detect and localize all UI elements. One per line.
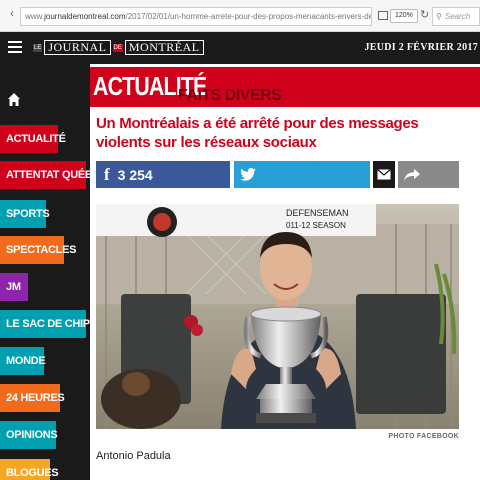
url-host: journaldemontreal.com — [44, 12, 126, 21]
sidebar-item-opinions[interactable]: OPINIONS — [0, 421, 58, 449]
more-share-button[interactable] — [398, 161, 459, 188]
site-header: LE JOURNAL DE MONTRÉAL JEUDI 2 FÉVRIER 2… — [0, 32, 480, 64]
sidebar-item-attentat-quebec[interactable]: ATTENTAT QUÉBEC — [0, 161, 108, 189]
search-input[interactable]: ⚲ Search — [432, 7, 480, 26]
site-logo[interactable]: LE JOURNAL DE MONTRÉAL — [33, 39, 204, 56]
logo-le: LE — [33, 43, 43, 52]
article-main: ACTUALITÉ FAITS DIVERS Un Montréalais a … — [90, 64, 480, 480]
sidebar-item-sports[interactable]: SPORTS — [0, 200, 50, 228]
twitter-icon — [240, 168, 256, 181]
section-header: ACTUALITÉ FAITS DIVERS — [90, 67, 480, 107]
url-prefix: www. — [25, 12, 45, 21]
sidebar-nav: ACTUALITÉ ATTENTAT QUÉBEC SPORTS SPECTAC… — [0, 64, 108, 480]
reader-view-icon[interactable] — [378, 11, 388, 20]
article-author[interactable]: Antonio Padula — [96, 450, 171, 462]
logo-journal: JOURNAL — [44, 40, 111, 55]
photo-banner-season: 011-12 SEASON — [286, 221, 346, 230]
menu-icon[interactable] — [8, 41, 22, 53]
address-bar[interactable]: www. journaldemontreal.com/2017/02/01/un-… — [20, 7, 372, 26]
logo-montreal: MONTRÉAL — [124, 40, 204, 55]
sidebar-item-24-heures[interactable]: 24 HEURES — [0, 384, 65, 412]
facebook-share-button[interactable]: f 3 254 — [96, 161, 230, 188]
photo-illustration: DEFENSEMAN 011-12 SEASON — [96, 204, 459, 429]
home-icon[interactable] — [7, 92, 21, 108]
sidebar-item-blogues[interactable]: BLOGUES — [0, 459, 59, 480]
photo-credit: PHOTO FACEBOOK — [388, 433, 459, 440]
search-placeholder: Search — [444, 12, 471, 21]
sidebar-item-le-sac-de-chips[interactable]: LE SAC DE CHIPS — [0, 310, 97, 338]
sidebar-item-monde[interactable]: MONDE — [0, 347, 46, 375]
logo-de: DE — [112, 43, 123, 52]
share-arrow-icon — [404, 168, 420, 181]
header-date: JEUDI 2 FÉVRIER 2017 — [364, 42, 478, 53]
email-share-button[interactable] — [373, 161, 395, 188]
search-icon: ⚲ — [436, 12, 442, 21]
sidebar-item-jm[interactable]: JM — [0, 273, 28, 301]
subsection-title[interactable]: FAITS DIVERS — [178, 87, 282, 105]
facebook-icon: f — [104, 164, 110, 184]
sidebar-item-actualite[interactable]: ACTUALITÉ — [0, 125, 66, 153]
photo-banner-text: DEFENSEMAN — [286, 208, 349, 218]
sidebar-item-spectacles[interactable]: SPECTACLES — [0, 236, 76, 264]
article-title: Un Montréalais a été arrêté pour des mes… — [96, 115, 419, 151]
article-photo[interactable]: DEFENSEMAN 011-12 SEASON — [96, 204, 459, 429]
url-path: /2017/02/01/un-homme-arrete-pour-des-pro… — [125, 12, 372, 21]
twitter-share-button[interactable] — [234, 161, 370, 188]
browser-toolbar: ‹ www. journaldemontreal.com/2017/02/01/u… — [0, 0, 480, 32]
back-arrow-icon[interactable]: ‹ — [5, 8, 19, 20]
share-count: 3 254 — [117, 166, 153, 183]
reload-icon[interactable]: ↻ — [420, 8, 429, 21]
envelope-icon — [377, 169, 391, 180]
zoom-level[interactable]: 120% — [390, 9, 418, 23]
